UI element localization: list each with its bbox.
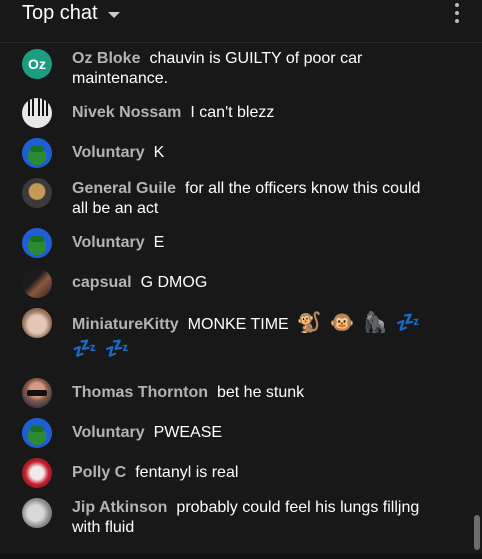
chat-message: Oz Bloke chauvin is GUILTY of poor car ma… bbox=[72, 49, 432, 89]
message-text: bet he stunk bbox=[216, 384, 305, 401]
chat-bottom-edge bbox=[0, 554, 482, 559]
chat-scrollbar[interactable] bbox=[474, 515, 480, 550]
chat-message: Jip Atkinson probably could feel his lung… bbox=[72, 498, 432, 538]
author-name[interactable]: Oz Bloke bbox=[72, 50, 140, 67]
message-text: G DMOG bbox=[140, 274, 208, 291]
avatar[interactable] bbox=[22, 308, 52, 338]
author-name[interactable]: Voluntary bbox=[72, 144, 145, 161]
avatar[interactable] bbox=[22, 498, 52, 528]
monkey-emoji: 🐒 bbox=[296, 312, 322, 334]
avatar[interactable] bbox=[22, 378, 52, 408]
avatar[interactable] bbox=[22, 418, 52, 448]
chat-message: Voluntary K bbox=[72, 143, 432, 163]
chat-header: Top chat bbox=[0, 0, 482, 43]
avatar[interactable] bbox=[22, 98, 52, 128]
gorilla-emoji: 🦍 bbox=[362, 312, 388, 334]
avatar[interactable] bbox=[22, 178, 52, 208]
chat-message: capsual G DMOG bbox=[72, 273, 432, 293]
zzz-emoji: 💤 bbox=[72, 338, 97, 360]
author-name[interactable]: Jip Atkinson bbox=[72, 499, 167, 516]
chat-message: Polly C fentanyl is real bbox=[72, 463, 432, 483]
zzz-emoji: 💤 bbox=[104, 338, 130, 360]
chat-message: Thomas Thornton bet he stunk bbox=[72, 383, 432, 403]
author-name[interactable]: Nivek Nossam bbox=[72, 104, 181, 121]
message-text: fentanyl is real bbox=[135, 464, 239, 481]
author-name[interactable]: Voluntary bbox=[72, 234, 145, 251]
author-name[interactable]: Polly C bbox=[72, 464, 126, 481]
chat-message: Voluntary E bbox=[72, 233, 432, 253]
chat-message: Voluntary PWEASE bbox=[72, 423, 432, 443]
message-text: E bbox=[153, 234, 165, 251]
author-name[interactable]: capsual bbox=[72, 274, 132, 291]
avatar-initials: Oz bbox=[28, 56, 46, 72]
chat-message: General Guile for all the officers know t… bbox=[72, 179, 432, 219]
chevron-down-icon bbox=[107, 11, 120, 18]
avatar[interactable] bbox=[22, 228, 52, 258]
more-options-icon[interactable] bbox=[449, 0, 465, 26]
author-name[interactable]: General Guile bbox=[72, 180, 176, 197]
avatar[interactable] bbox=[22, 458, 52, 488]
monkey-face-emoji: 🐵 bbox=[329, 312, 355, 334]
author-name[interactable]: Voluntary bbox=[72, 424, 145, 441]
author-name[interactable]: Thomas Thornton bbox=[72, 384, 208, 401]
avatar[interactable] bbox=[22, 268, 52, 298]
chat-mode-title: Top chat bbox=[22, 1, 98, 24]
author-name[interactable]: MiniatureKitty bbox=[72, 316, 179, 333]
chat-message: Nivek Nossam I can't blezz bbox=[72, 103, 432, 123]
zzz-emoji: 💤 bbox=[395, 312, 421, 334]
message-text: PWEASE bbox=[153, 424, 223, 441]
top-chat-dropdown[interactable]: Top chat bbox=[22, 0, 120, 26]
avatar[interactable] bbox=[22, 138, 52, 168]
chat-message: MiniatureKitty MONKE TIME 🐒 🐵 🦍 💤 💤 💤 bbox=[72, 313, 432, 361]
avatar[interactable]: Oz bbox=[22, 49, 52, 79]
message-text: I can't blezz bbox=[190, 104, 275, 121]
message-text: K bbox=[153, 144, 165, 161]
message-text: MONKE TIME bbox=[187, 316, 289, 333]
